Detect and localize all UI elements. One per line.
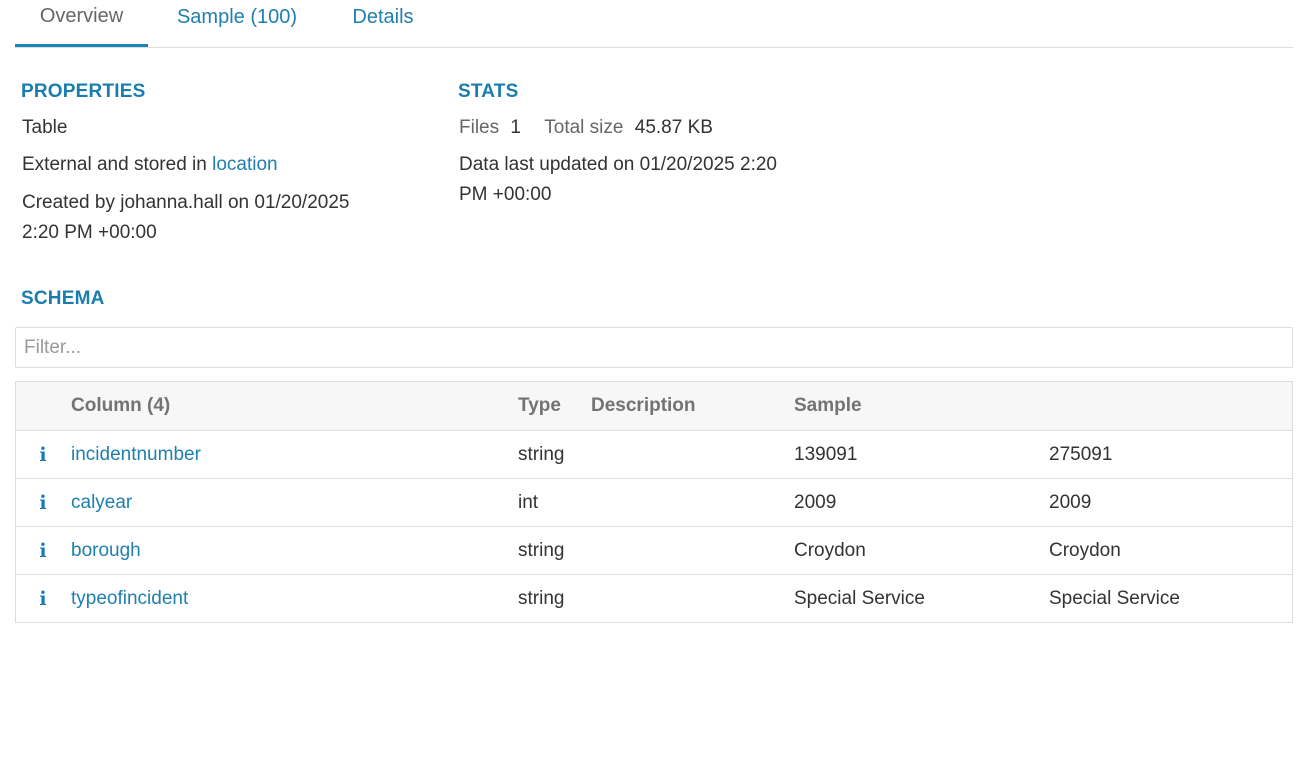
column-type: int	[518, 491, 539, 513]
last-updated-line2: PM +00:00	[459, 184, 552, 205]
sample-value: 139091	[794, 443, 858, 465]
info-icon[interactable]: i	[35, 575, 51, 622]
tab-sample[interactable]: Sample (100)	[167, 0, 307, 46]
table-type: Table	[22, 117, 68, 138]
sample-value: Croydon	[794, 539, 866, 561]
sample-value: 275091	[1049, 443, 1113, 465]
total-size-label: Total size	[544, 117, 624, 138]
info-icon[interactable]: i	[35, 479, 51, 526]
sample-value: Special Service	[794, 587, 925, 609]
type-header[interactable]: Type	[518, 382, 561, 430]
table-row: i calyear int 2009 2009	[16, 478, 1292, 526]
info-icon[interactable]: i	[35, 527, 51, 574]
sample-value: 2009	[1049, 491, 1092, 513]
created-by-line2: 2:20 PM +00:00	[22, 222, 157, 243]
table-row: i typeofincident string Special Service …	[16, 574, 1292, 622]
column-name-link[interactable]: borough	[71, 527, 141, 574]
sample-value: 2009	[794, 491, 837, 513]
total-size-value: 45.87 KB	[634, 117, 713, 138]
table-overview-page: Overview Sample (100) Details PROPERTIES…	[0, 0, 1306, 779]
column-name-header[interactable]: Column (4)	[71, 382, 170, 430]
schema-heading: SCHEMA	[21, 288, 105, 309]
sample-value: Croydon	[1049, 539, 1121, 561]
table-row: i borough string Croydon Croydon	[16, 526, 1292, 574]
column-name-link[interactable]: typeofincident	[71, 575, 188, 622]
column-type: string	[518, 587, 565, 609]
column-type: string	[518, 539, 565, 561]
column-name-link[interactable]: calyear	[71, 479, 132, 526]
description-header[interactable]: Description	[591, 382, 696, 430]
tab-bar: Overview Sample (100) Details	[15, 0, 1293, 48]
files-label: Files	[459, 117, 500, 138]
storage-info: External and stored in location	[22, 150, 278, 180]
table-row: i incidentnumber string 139091 275091	[16, 430, 1292, 478]
tab-overview[interactable]: Overview	[15, 0, 148, 47]
schema-filter-input[interactable]	[15, 327, 1293, 368]
created-by-line1: Created by johanna.hall on 01/20/2025	[22, 192, 350, 213]
storage-prefix: External and stored in	[22, 154, 207, 175]
column-name-link[interactable]: incidentnumber	[71, 431, 201, 478]
sample-header: Sample	[794, 395, 862, 416]
stats-heading: STATS	[458, 81, 519, 102]
files-value: 1	[510, 117, 521, 138]
location-link[interactable]: location	[212, 154, 278, 175]
table-header-row: Column (4) Type Description Sample	[16, 382, 1292, 430]
info-icon[interactable]: i	[35, 431, 51, 478]
schema-table: Column (4) Type Description Sample i inc…	[15, 381, 1293, 623]
column-type: string	[518, 443, 565, 465]
sample-value: Special Service	[1049, 587, 1180, 609]
stats-files-size: Files 1 Total size 45.87 KB	[459, 113, 713, 143]
properties-heading: PROPERTIES	[21, 81, 146, 102]
tab-details[interactable]: Details	[345, 0, 421, 46]
last-updated-line1: Data last updated on 01/20/2025 2:20	[459, 154, 777, 175]
